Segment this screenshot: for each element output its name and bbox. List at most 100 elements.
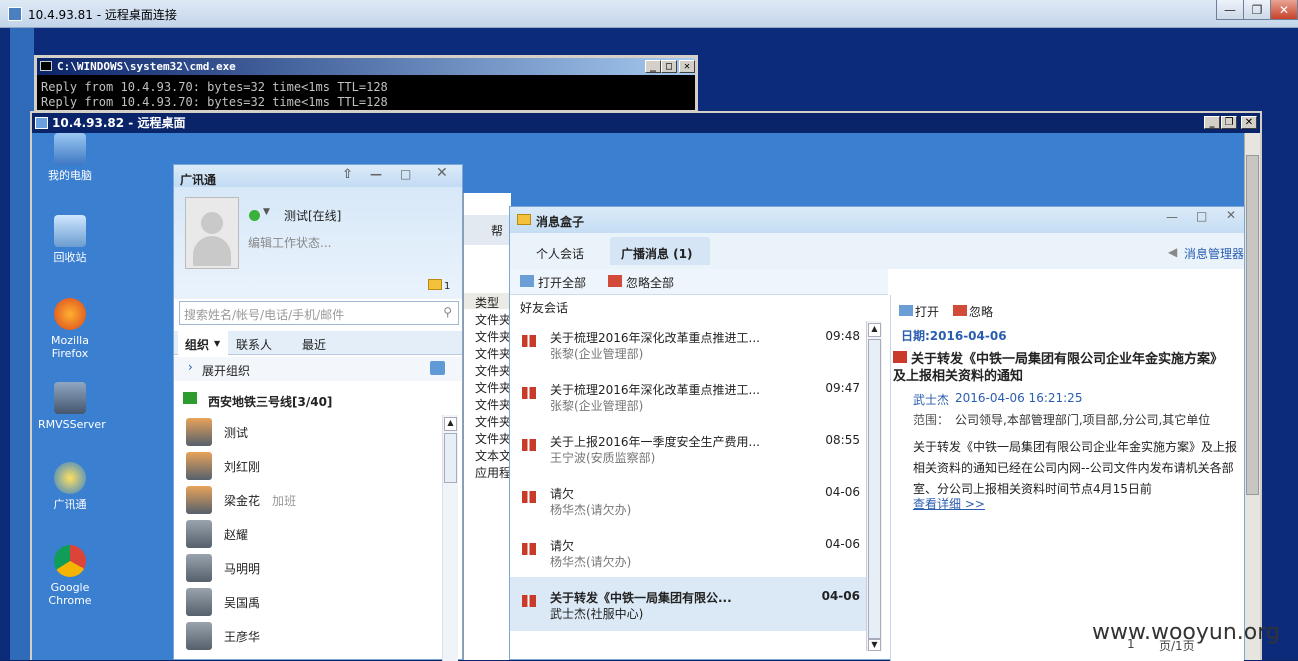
avatar[interactable] — [185, 197, 239, 269]
contact-avatar — [186, 520, 212, 548]
desktop-icon-recycle-bin[interactable]: 回收站 — [38, 215, 102, 264]
contact-row[interactable]: 王彦华 — [182, 619, 442, 653]
explorer-type-cell: 文本文 — [475, 449, 509, 463]
message-detail-pane: 打开 忽略 日期:2016-04-06 关于转发《中铁一局集团有限公司企业年金实… — [890, 295, 1244, 661]
view-detail-link[interactable]: 查看详细 >> — [913, 495, 985, 512]
inner-close-button[interactable]: ✕ — [1241, 116, 1257, 129]
expand-org-row[interactable]: › 展开组织 — [174, 357, 462, 381]
message-title: 请欠 — [550, 539, 575, 553]
detail-author[interactable]: 武士杰 — [913, 391, 949, 408]
add-group-icon[interactable] — [430, 361, 445, 375]
work-status-input[interactable]: 编辑工作状态... — [248, 234, 331, 251]
message-manager-link[interactable]: 消息管理器 — [1184, 245, 1244, 262]
cmd-minimize-button[interactable]: _ — [645, 60, 661, 73]
cmd-close-button[interactable]: ✕ — [679, 60, 695, 73]
outer-minimize-button[interactable]: — — [1216, 0, 1244, 20]
detail-open-button[interactable]: 打开 — [915, 303, 939, 320]
desktop-icon-guangxuntong[interactable]: 广讯通 — [38, 462, 102, 511]
inner-minimize-button[interactable]: _ — [1204, 116, 1220, 129]
message-title: 请欠 — [550, 487, 575, 501]
outer-window-title: 10.4.93.81 - 远程桌面连接 — [28, 8, 177, 22]
message-list-scrollbar[interactable]: ▲ ▼ — [866, 321, 882, 651]
search-icon[interactable]: ⚲ — [443, 305, 452, 319]
explorer-type-cell: 文件夹 — [475, 330, 509, 344]
contact-row[interactable]: 赵耀 — [182, 517, 442, 551]
explorer-type-cell: 文件夹 — [475, 313, 509, 327]
contact-avatar — [186, 452, 212, 480]
inner-restore-button[interactable]: ❐ — [1221, 116, 1237, 129]
message-time: 04-06 — [821, 589, 860, 603]
tab-org[interactable]: 组织 — [185, 336, 209, 353]
server-icon — [54, 382, 86, 414]
message-sender: 张黎(企业管理部) — [550, 399, 644, 413]
maximize-icon[interactable]: □ — [1196, 209, 1207, 223]
desktop-icon-firefox[interactable]: Mozilla Firefox — [38, 298, 102, 360]
detail-scope-label: 范围： — [913, 413, 950, 427]
outer-close-button[interactable]: ✕ — [1270, 0, 1298, 20]
tab-personal-chat[interactable]: 个人会话 — [536, 245, 584, 262]
msgbox-tabs: 个人会话 广播消息 (1) ◀ 消息管理器 — [510, 233, 1244, 269]
megaphone-icon — [522, 543, 536, 555]
open-all-icon — [520, 275, 534, 287]
speaker-icon: ◀ — [1168, 245, 1178, 259]
contact-row[interactable]: 刘红刚 — [182, 449, 442, 483]
chevron-down-icon[interactable]: ▼ — [214, 339, 220, 348]
cmd-maximize-button[interactable]: □ — [661, 60, 677, 73]
close-icon[interactable]: ✕ — [1226, 208, 1236, 222]
chevron-down-icon[interactable]: ▼ — [263, 207, 270, 217]
contact-avatar — [186, 554, 212, 582]
gxt-tabs: 组织 ▼ 联系人 最近 — [174, 331, 462, 355]
search-input[interactable]: 搜索姓名/帐号/电话/手机/邮件 ⚲ — [179, 301, 459, 325]
cmd-titlebar: C:\WINDOWS\system32\cmd.exe _ □ ✕ — [37, 58, 695, 75]
contact-scrollbar[interactable]: ▲ — [442, 415, 458, 661]
close-icon[interactable]: ✕ — [436, 165, 448, 181]
minimize-icon[interactable]: — — [370, 167, 382, 181]
open-all-button[interactable]: 打开全部 — [538, 274, 586, 291]
message-time: 04-06 — [825, 485, 860, 499]
megaphone-icon — [522, 491, 536, 503]
outer-restore-button[interactable]: ❐ — [1243, 0, 1271, 20]
contact-row[interactable]: 吴国禹 — [182, 585, 442, 619]
message-icon[interactable] — [428, 279, 442, 290]
desktop-icon-my-computer[interactable]: 我的电脑 — [38, 133, 102, 182]
contact-row[interactable]: 梁金花 加班 — [182, 483, 442, 517]
maximize-icon[interactable]: □ — [400, 167, 411, 181]
ignore-all-button[interactable]: 忽略全部 — [626, 274, 674, 291]
contact-name: 测试 — [224, 426, 249, 440]
expand-org-label: 展开组织 — [202, 364, 251, 378]
group-row[interactable]: 西安地铁三号线[3/40] — [174, 387, 444, 411]
detail-date: 日期:2016-04-06 — [901, 329, 1007, 343]
tab-recent[interactable]: 最近 — [302, 336, 326, 353]
cmd-output-line: Reply from 10.4.93.70: bytes=32 time<1ms… — [41, 80, 388, 94]
message-list-item[interactable]: 请欠 杨华杰(请欠办) 04-06 — [510, 525, 866, 577]
tab-broadcast[interactable]: 广播消息 (1) — [621, 245, 693, 262]
scroll-thumb[interactable] — [1246, 155, 1259, 495]
explorer-type-cell: 文件夹 — [475, 364, 509, 378]
contact-name: 吴国禹 — [224, 596, 261, 610]
desktop-icon-chrome[interactable]: Google Chrome — [38, 545, 102, 607]
message-list-item[interactable]: 请欠 杨华杰(请欠办) 04-06 — [510, 473, 866, 525]
message-list-item[interactable]: 关于梳理2016年深化改革重点推进工... 张黎(企业管理部) 09:47 — [510, 369, 866, 421]
message-list-item[interactable]: 关于上报2016年一季度安全生产费用... 王宁波(安质监察部) 08:55 — [510, 421, 866, 473]
message-icon — [517, 214, 531, 225]
message-sender: 武士杰(社服中心) — [550, 607, 644, 621]
message-time: 08:55 — [825, 433, 860, 447]
message-title: 关于梳理2016年深化改革重点推进工... — [550, 331, 760, 345]
message-time: 09:47 — [825, 381, 860, 395]
message-list-item[interactable]: 关于梳理2016年深化改革重点推进工... 张黎(企业管理部) 09:48 — [510, 317, 866, 369]
message-sender: 王宁波(安质监察部) — [550, 451, 656, 465]
contact-row[interactable]: 马明明 — [182, 551, 442, 585]
skin-icon[interactable]: ⇧ — [342, 167, 353, 182]
online-status-icon[interactable] — [249, 210, 260, 221]
detail-ignore-button[interactable]: 忽略 — [969, 303, 993, 320]
contact-name: 刘红刚 — [224, 460, 261, 474]
inner-vertical-scrollbar[interactable] — [1244, 133, 1260, 660]
minimize-icon[interactable]: — — [1166, 210, 1178, 224]
rdp-icon — [35, 117, 48, 129]
message-list-item[interactable]: 关于转发《中铁一局集团有限公... 武士杰(社服中心) 04-06 — [510, 577, 866, 631]
desktop-icon-rmvsserver[interactable]: RMVSServer — [38, 382, 106, 431]
contact-row[interactable]: 测试 — [182, 415, 442, 449]
explorer-type-cell: 文件夹 — [475, 415, 509, 429]
tab-contacts[interactable]: 联系人 — [236, 336, 272, 353]
recycle-bin-icon — [54, 215, 86, 247]
